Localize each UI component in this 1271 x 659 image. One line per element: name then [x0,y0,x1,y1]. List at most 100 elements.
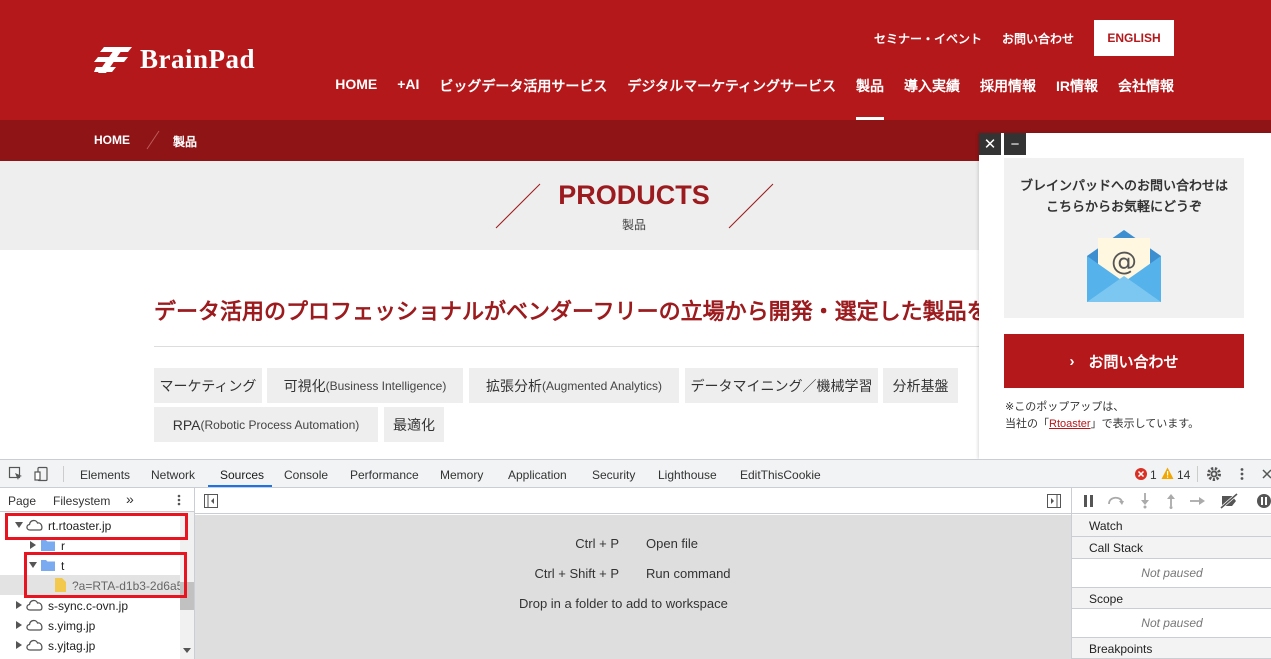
debugger-toolbar [1072,488,1271,514]
brainpad-logo[interactable]: BrainPad [94,44,255,75]
note-line: ※このポップアップは、 [1005,401,1125,413]
tag-label: 最適化 [393,416,435,433]
popup-note: ※このポップアップは、 当社の「Rtoaster」で表示しています。 [1005,399,1199,433]
nav-case-studies[interactable]: 導入実績 [904,76,960,120]
site-header: BrainPad セミナー・イベント お問い合わせ ENGLISH HOME +… [0,0,1271,120]
english-button[interactable]: ENGLISH [1094,20,1174,56]
pause-icon[interactable] [1084,495,1094,507]
error-count[interactable]: 1 [1150,468,1157,482]
highlight-annotation [5,513,188,540]
tree-item-s-yjtag[interactable]: s.yjtag.jp [0,635,180,655]
popup-message-card: ブレインパッドへのお問い合わせは こちらからお気軽にどうぞ @ [1004,158,1244,318]
tab-console[interactable]: Console [284,468,328,482]
collapsed-arrow-icon [16,601,22,609]
shortcut-action: Run command [646,566,731,581]
cloud-icon [26,619,43,631]
website-viewport: BrainPad セミナー・イベント お問い合わせ ENGLISH HOME +… [0,0,1271,459]
tag-rpa[interactable]: RPA (Robotic Process Automation) [154,407,378,442]
nav-ai[interactable]: +AI [397,76,419,120]
step-icon[interactable] [1190,495,1206,507]
pause-on-exceptions-icon[interactable] [1256,493,1271,509]
warning-icon[interactable] [1161,467,1174,480]
tab-lighthouse[interactable]: Lighthouse [658,468,717,482]
device-toggle-icon[interactable] [34,466,50,482]
contact-cta-button[interactable]: › お問い合わせ [1004,334,1244,388]
toolbar-divider [1197,466,1198,482]
nav-bigdata[interactable]: ビッグデータ活用サービス [439,76,607,120]
nav-digital-marketing[interactable]: デジタルマーケティングサービス [627,76,836,120]
call-stack-status: Not paused [1141,566,1203,580]
section-scope[interactable]: Scope [1072,587,1271,609]
section-watch[interactable]: Watch [1072,515,1271,537]
contact-link[interactable]: お問い合わせ [1002,30,1074,47]
nav-products[interactable]: 製品 [856,76,884,120]
section-title: Call Stack [1089,541,1144,555]
scroll-down-icon[interactable] [183,648,191,654]
scope-status: Not paused [1141,616,1203,630]
more-options-icon[interactable] [1234,466,1250,482]
tag-label: 拡張分析 [485,377,542,394]
tree-item-label: s.yimg.jp [48,619,96,633]
tab-sources[interactable]: Sources [220,468,264,482]
tab-performance[interactable]: Performance [350,468,419,482]
close-icon[interactable]: ✕ [979,133,1001,155]
minimize-icon[interactable]: − [1004,133,1026,155]
highlight-annotation [24,552,187,598]
tab-elements[interactable]: Elements [80,468,130,482]
mail-icon: @ [1087,230,1161,302]
tag-augmented-analytics[interactable]: 拡張分析 (Augmented Analytics) [469,368,679,403]
tag-marketing[interactable]: マーケティング [154,368,262,403]
section-title: Breakpoints [1089,642,1153,656]
tab-editthiscookie[interactable]: EditThisCookie [740,468,821,482]
nav-home[interactable]: HOME [335,76,377,120]
nav-company[interactable]: 会社情報 [1118,76,1174,120]
toggle-debugger-icon[interactable] [1047,494,1061,508]
tag-sublabel: (Augmented Analytics) [541,378,663,393]
close-devtools-icon[interactable] [1259,466,1271,482]
tree-item-label: s-sync.c-ovn.jp [48,599,129,613]
active-tab-indicator [208,485,272,487]
nav-careers[interactable]: 採用情報 [980,76,1036,120]
deactivate-breakpoints-icon[interactable] [1220,493,1240,509]
editor-toolbar [195,488,1071,514]
step-into-icon[interactable] [1140,493,1150,509]
step-out-icon[interactable] [1166,493,1176,509]
devtools-panel: Elements Network Sources Console Perform… [0,459,1271,659]
tab-page[interactable]: Page [8,494,36,508]
more-options-icon[interactable] [172,492,186,508]
inspect-element-icon[interactable] [8,466,24,482]
more-tabs-icon[interactable]: » [126,491,134,507]
tree-item-s-sync[interactable]: s-sync.c-ovn.jp [0,595,180,615]
seminar-link[interactable]: セミナー・イベント [874,30,982,47]
tag-label: 分析基盤 [892,377,949,394]
tag-label: マーケティング [159,377,257,394]
tree-item-label: r [61,539,65,553]
tab-filesystem[interactable]: Filesystem [53,494,110,508]
tag-data-mining[interactable]: データマイニング／機械学習 [685,368,878,403]
nav-ir[interactable]: IR情報 [1056,76,1098,120]
tag-sublabel: (Robotic Process Automation) [200,417,360,432]
tag-optimization[interactable]: 最適化 [384,407,444,442]
toggle-navigator-icon[interactable] [204,494,218,508]
tab-security[interactable]: Security [592,468,635,482]
sources-editor: Ctrl + P Open file Ctrl + Shift + P Run … [195,488,1071,659]
step-over-icon[interactable] [1107,494,1125,506]
tab-memory[interactable]: Memory [440,468,483,482]
tab-application[interactable]: Application [508,468,567,482]
tab-network[interactable]: Network [151,468,195,482]
error-icon[interactable] [1135,468,1147,480]
collapsed-arrow-icon [16,621,22,629]
svg-text:@: @ [1111,247,1137,277]
tag-analysis-platform[interactable]: 分析基盤 [883,368,958,403]
toolbar-divider [63,466,64,482]
section-breakpoints[interactable]: Breakpoints [1072,637,1271,659]
tag-bi[interactable]: 可視化 (Business Intelligence) [267,368,463,403]
collapsed-arrow-icon [30,541,36,549]
rtoaster-link[interactable]: Rtoaster [1049,418,1091,430]
cloud-icon [26,639,43,651]
warning-count[interactable]: 14 [1177,468,1190,482]
gear-icon[interactable] [1206,466,1222,482]
breadcrumb-home[interactable]: HOME [94,133,130,147]
tree-item-s-yimg[interactable]: s.yimg.jp [0,615,180,635]
section-call-stack[interactable]: Call Stack [1072,537,1271,559]
